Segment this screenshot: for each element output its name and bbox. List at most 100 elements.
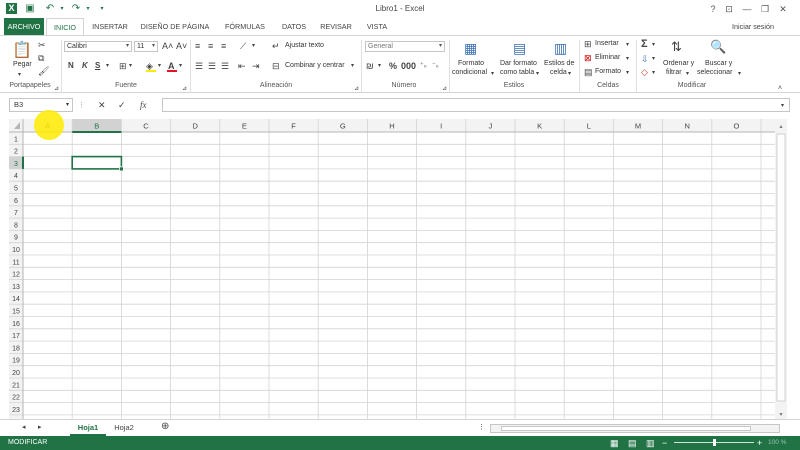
row-header[interactable]: 6: [14, 198, 18, 205]
row-header[interactable]: 23: [12, 407, 20, 414]
row-header[interactable]: 5: [14, 186, 18, 193]
wrap-text-icon[interactable]: ↵: [272, 41, 280, 51]
row-header[interactable]: 13: [12, 284, 20, 291]
new-sheet-icon[interactable]: ⊕: [161, 422, 169, 432]
decrease-indent-icon[interactable]: ⇤: [238, 61, 246, 71]
tab-inicio[interactable]: INICIO: [46, 18, 84, 36]
paste-icon[interactable]: 📋: [12, 42, 32, 60]
row-header[interactable]: 21: [12, 382, 20, 389]
align-center-icon[interactable]: ☰: [208, 61, 216, 71]
column-header[interactable]: K: [537, 122, 542, 131]
row-header[interactable]: 8: [14, 222, 18, 229]
fill-icon[interactable]: ⇩: [641, 54, 649, 64]
comma-style-icon[interactable]: 000: [401, 61, 416, 71]
row-header[interactable]: 22: [12, 395, 20, 402]
increase-indent-icon[interactable]: ⇥: [252, 61, 260, 71]
column-header[interactable]: C: [143, 122, 149, 131]
percent-icon[interactable]: %: [389, 61, 397, 71]
fill-dropdown-icon-2[interactable]: ▾: [652, 54, 655, 64]
column-header[interactable]: B: [94, 122, 99, 131]
delete-cells-icon[interactable]: ⊠: [584, 53, 592, 63]
fill-dropdown-icon[interactable]: ▾: [158, 61, 161, 71]
tab-archivo[interactable]: ARCHIVO: [4, 18, 44, 35]
align-middle-icon[interactable]: ≡: [208, 41, 213, 51]
conditional-format-label-1[interactable]: Formato: [458, 60, 484, 68]
number-format-combo[interactable]: General ▾: [365, 41, 445, 52]
autosum-dropdown-icon[interactable]: ▾: [652, 40, 655, 50]
merge-icon[interactable]: ⊟: [272, 61, 280, 71]
align-right-icon[interactable]: ☰: [221, 61, 229, 71]
row-header[interactable]: 7: [14, 210, 18, 217]
insert-function-icon[interactable]: fx: [140, 100, 147, 110]
active-cell[interactable]: [71, 155, 123, 170]
delete-dropdown-icon[interactable]: ▾: [626, 54, 629, 64]
cell-styles-label-1[interactable]: Estilos de: [544, 60, 574, 68]
find-select-label-1[interactable]: Buscar y: [705, 60, 732, 68]
cell-styles-icon[interactable]: ▥: [554, 40, 567, 56]
clipboard-launcher-icon[interactable]: ⊿: [54, 84, 59, 94]
align-bottom-icon[interactable]: ≡: [221, 41, 226, 51]
row-header[interactable]: 12: [12, 272, 20, 279]
paste-label[interactable]: Pegar: [13, 61, 32, 69]
row-header[interactable]: 18: [12, 345, 20, 352]
sort-filter-icon[interactable]: ⇅: [671, 39, 682, 55]
alignment-launcher-icon[interactable]: ⊿: [354, 84, 359, 94]
merge-center-button[interactable]: Combinar y centrar: [285, 62, 345, 70]
page-break-icon[interactable]: ▥: [646, 438, 655, 448]
format-table-label-2[interactable]: como tabla: [500, 69, 534, 77]
prev-sheet-icon[interactable]: ◂: [22, 423, 26, 433]
sort-filter-label-1[interactable]: Ordenar y: [663, 60, 694, 68]
row-header[interactable]: 10: [12, 247, 20, 254]
conditional-dropdown-icon[interactable]: ▾: [491, 69, 494, 79]
vertical-scroll-thumb[interactable]: [776, 133, 786, 402]
cancel-entry-icon[interactable]: ✕: [98, 100, 106, 110]
zoom-slider[interactable]: [674, 439, 754, 446]
orientation-dropdown-icon[interactable]: ▾: [252, 41, 255, 51]
tab-insertar[interactable]: INSERTAR: [88, 18, 132, 35]
cell-styles-dropdown-icon[interactable]: ▾: [568, 69, 571, 79]
help-button[interactable]: ?: [706, 2, 720, 16]
align-left-icon[interactable]: ☰: [195, 61, 203, 71]
next-sheet-icon[interactable]: ▸: [38, 423, 42, 433]
column-header[interactable]: F: [291, 122, 296, 131]
paste-dropdown-icon[interactable]: ▾: [18, 70, 21, 80]
underline-button[interactable]: S: [95, 61, 100, 71]
find-dropdown-icon[interactable]: ▾: [738, 69, 741, 79]
borders-icon[interactable]: ⊞: [119, 61, 127, 71]
zoom-level[interactable]: 100 %: [768, 436, 786, 450]
currency-icon[interactable]: ₪: [366, 61, 374, 71]
delete-cells-button[interactable]: Eliminar: [595, 54, 620, 62]
scroll-up-icon[interactable]: ▴: [779, 124, 782, 130]
row-header[interactable]: 14: [12, 296, 20, 303]
row-header[interactable]: 11: [12, 259, 19, 266]
decrease-decimal-icon[interactable]: ⁻₀: [432, 61, 439, 71]
clear-dropdown-icon[interactable]: ▾: [652, 68, 655, 78]
borders-dropdown-icon[interactable]: ▾: [129, 61, 132, 71]
horizontal-scroll-thumb[interactable]: [501, 426, 751, 431]
currency-dropdown-icon[interactable]: ▾: [378, 61, 381, 71]
ribbon-options-icon[interactable]: ⊡: [722, 2, 736, 16]
column-header[interactable]: M: [635, 122, 641, 131]
expand-formula-icon[interactable]: ▾: [781, 101, 784, 111]
autosum-icon[interactable]: Σ: [641, 39, 648, 50]
column-header[interactable]: N: [684, 122, 689, 131]
align-top-icon[interactable]: ≡: [195, 41, 200, 51]
column-header[interactable]: J: [489, 122, 493, 131]
table-dropdown-icon[interactable]: ▾: [536, 69, 539, 79]
collapse-ribbon-icon[interactable]: ˄: [778, 84, 782, 94]
number-launcher-icon[interactable]: ⊿: [442, 84, 447, 94]
zoom-in-button[interactable]: +: [757, 436, 762, 450]
row-header[interactable]: 2: [14, 149, 18, 156]
tab-formulas[interactable]: FÓRMULAS: [220, 18, 270, 35]
bold-button[interactable]: N: [68, 61, 74, 71]
tab-diseno-pagina[interactable]: DISEÑO DE PÁGINA: [138, 18, 212, 35]
normal-view-icon[interactable]: ▦: [610, 438, 619, 448]
row-header[interactable]: 15: [12, 309, 20, 316]
row-header[interactable]: 3: [14, 161, 18, 168]
restore-button[interactable]: ❐: [758, 2, 772, 16]
font-color-dropdown-icon[interactable]: ▾: [179, 61, 182, 71]
fill-handle[interactable]: [119, 166, 124, 172]
increase-font-icon[interactable]: A˄: [162, 41, 173, 51]
row-header[interactable]: 1: [14, 136, 18, 143]
column-header[interactable]: G: [340, 122, 346, 131]
